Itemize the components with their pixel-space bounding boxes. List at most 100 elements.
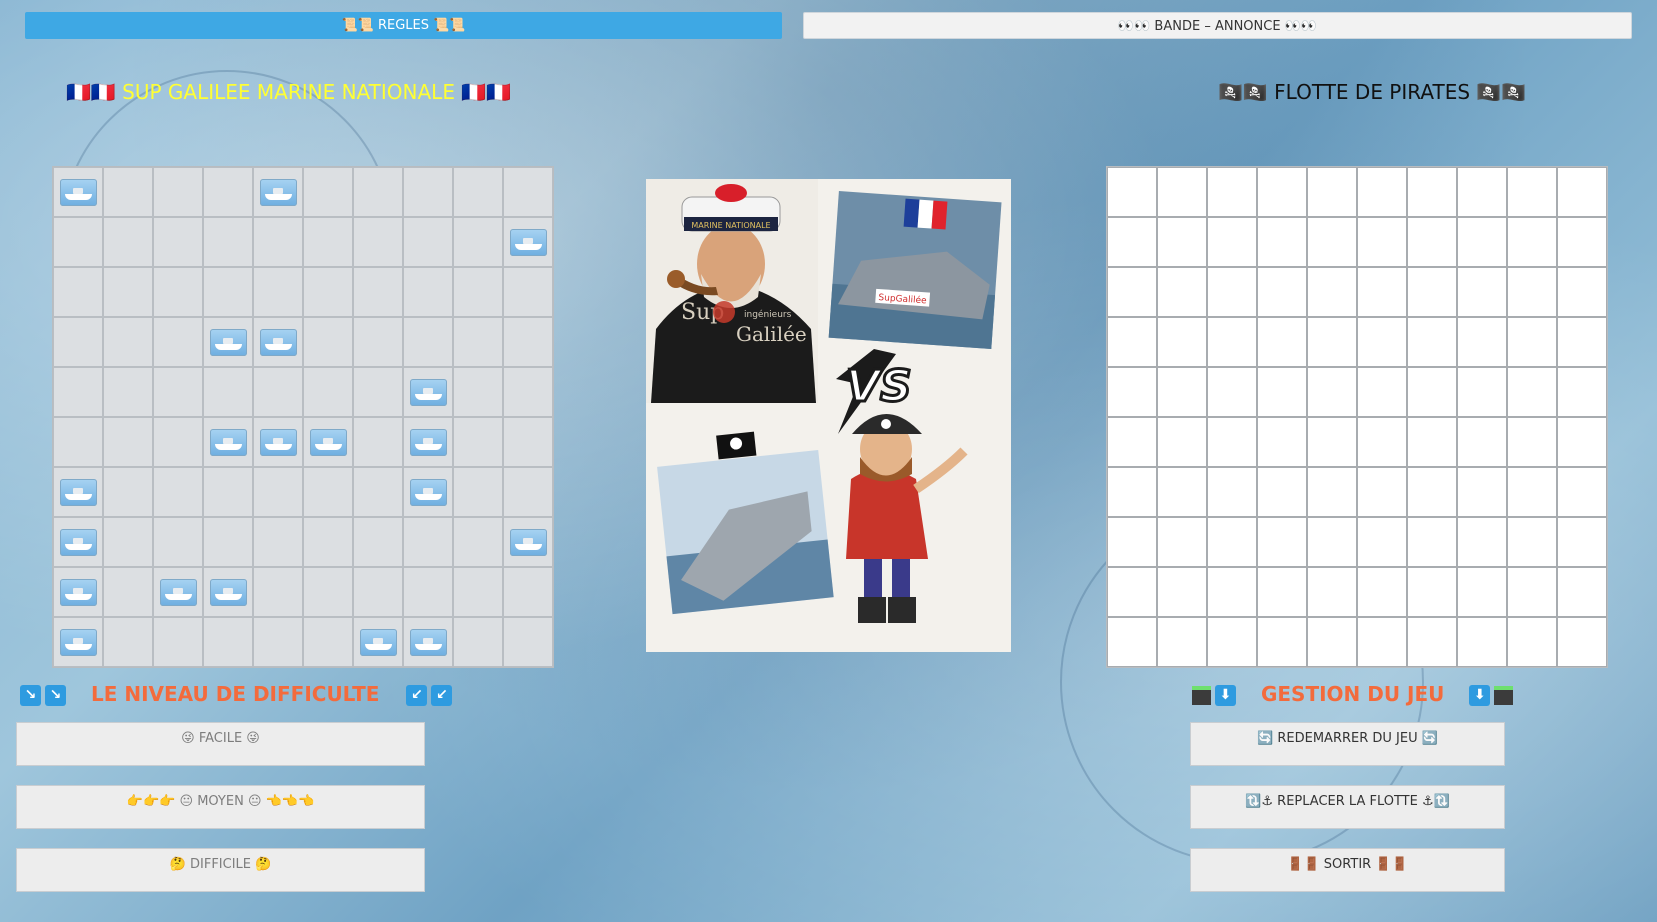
player-cell[interactable] — [353, 467, 403, 517]
enemy-cell[interactable] — [1207, 567, 1257, 617]
player-cell[interactable] — [103, 467, 153, 517]
replace-fleet-button[interactable]: 🔃⚓ REPLACER LA FLOTTE ⚓🔃 — [1190, 785, 1505, 829]
player-cell[interactable] — [253, 417, 303, 467]
player-cell[interactable] — [503, 417, 553, 467]
player-cell[interactable] — [303, 567, 353, 617]
enemy-cell[interactable] — [1457, 317, 1507, 367]
player-cell[interactable] — [503, 167, 553, 217]
enemy-cell[interactable] — [1257, 217, 1307, 267]
player-cell[interactable] — [353, 367, 403, 417]
enemy-cell[interactable] — [1557, 317, 1607, 367]
enemy-cell[interactable] — [1307, 367, 1357, 417]
enemy-cell[interactable] — [1207, 617, 1257, 667]
player-cell[interactable] — [253, 617, 303, 667]
player-cell[interactable] — [253, 467, 303, 517]
player-cell[interactable] — [153, 267, 203, 317]
player-cell[interactable] — [203, 317, 253, 367]
enemy-cell[interactable] — [1257, 617, 1307, 667]
enemy-cell[interactable] — [1357, 517, 1407, 567]
enemy-cell[interactable] — [1157, 467, 1207, 517]
player-cell[interactable] — [203, 617, 253, 667]
enemy-cell[interactable] — [1257, 467, 1307, 517]
enemy-cell[interactable] — [1457, 617, 1507, 667]
player-cell[interactable] — [303, 367, 353, 417]
enemy-cell[interactable] — [1407, 367, 1457, 417]
enemy-cell[interactable] — [1507, 417, 1557, 467]
player-cell[interactable] — [403, 217, 453, 267]
enemy-cell[interactable] — [1107, 367, 1157, 417]
player-cell[interactable] — [103, 267, 153, 317]
enemy-cell[interactable] — [1207, 467, 1257, 517]
player-cell[interactable] — [453, 317, 503, 367]
enemy-cell[interactable] — [1507, 317, 1557, 367]
player-cell[interactable] — [353, 167, 403, 217]
enemy-cell[interactable] — [1257, 317, 1307, 367]
enemy-cell[interactable] — [1357, 317, 1407, 367]
enemy-cell[interactable] — [1257, 167, 1307, 217]
enemy-cell[interactable] — [1557, 467, 1607, 517]
enemy-cell[interactable] — [1107, 567, 1157, 617]
enemy-cell[interactable] — [1557, 417, 1607, 467]
hard-button[interactable]: 🤔 DIFFICILE 🤔 — [16, 848, 425, 892]
player-cell[interactable] — [103, 617, 153, 667]
enemy-cell[interactable] — [1457, 367, 1507, 417]
player-cell[interactable] — [153, 317, 203, 367]
player-cell[interactable] — [103, 317, 153, 367]
player-cell[interactable] — [303, 317, 353, 367]
enemy-cell[interactable] — [1557, 517, 1607, 567]
enemy-cell[interactable] — [1207, 417, 1257, 467]
player-cell[interactable] — [453, 167, 503, 217]
enemy-cell[interactable] — [1457, 517, 1507, 567]
player-cell[interactable] — [153, 567, 203, 617]
player-cell[interactable] — [403, 367, 453, 417]
player-cell[interactable] — [353, 517, 403, 567]
enemy-cell[interactable] — [1357, 467, 1407, 517]
player-cell[interactable] — [53, 467, 103, 517]
enemy-cell[interactable] — [1407, 617, 1457, 667]
enemy-cell[interactable] — [1207, 267, 1257, 317]
rules-button[interactable]: 📜📜 REGLES 📜📜 — [25, 12, 782, 39]
enemy-cell[interactable] — [1407, 267, 1457, 317]
player-cell[interactable] — [353, 217, 403, 267]
player-cell[interactable] — [403, 567, 453, 617]
player-cell[interactable] — [353, 567, 403, 617]
player-cell[interactable] — [403, 417, 453, 467]
enemy-cell[interactable] — [1557, 367, 1607, 417]
enemy-cell[interactable] — [1307, 267, 1357, 317]
player-cell[interactable] — [53, 417, 103, 467]
enemy-cell[interactable] — [1557, 617, 1607, 667]
player-cell[interactable] — [503, 517, 553, 567]
enemy-cell[interactable] — [1157, 217, 1207, 267]
player-cell[interactable] — [253, 167, 303, 217]
enemy-cell[interactable] — [1157, 367, 1207, 417]
player-cell[interactable] — [503, 367, 553, 417]
player-cell[interactable] — [403, 617, 453, 667]
enemy-cell[interactable] — [1407, 167, 1457, 217]
enemy-cell[interactable] — [1557, 217, 1607, 267]
enemy-cell[interactable] — [1357, 417, 1407, 467]
enemy-cell[interactable] — [1157, 167, 1207, 217]
player-cell[interactable] — [203, 217, 253, 267]
enemy-cell[interactable] — [1157, 267, 1207, 317]
player-cell[interactable] — [253, 567, 303, 617]
player-cell[interactable] — [403, 167, 453, 217]
player-cell[interactable] — [153, 417, 203, 467]
player-cell[interactable] — [403, 317, 453, 367]
enemy-cell[interactable] — [1507, 617, 1557, 667]
enemy-cell[interactable] — [1407, 217, 1457, 267]
enemy-cell[interactable] — [1307, 167, 1357, 217]
player-cell[interactable] — [103, 567, 153, 617]
player-cell[interactable] — [453, 617, 503, 667]
enemy-cell[interactable] — [1157, 517, 1207, 567]
player-cell[interactable] — [103, 417, 153, 467]
enemy-cell[interactable] — [1507, 217, 1557, 267]
enemy-cell[interactable] — [1157, 567, 1207, 617]
restart-game-button[interactable]: 🔄 REDEMARRER DU JEU 🔄 — [1190, 722, 1505, 766]
player-cell[interactable] — [503, 567, 553, 617]
enemy-cell[interactable] — [1207, 367, 1257, 417]
player-cell[interactable] — [53, 567, 103, 617]
player-cell[interactable] — [303, 217, 353, 267]
enemy-cell[interactable] — [1457, 417, 1507, 467]
player-cell[interactable] — [353, 617, 403, 667]
enemy-cell[interactable] — [1307, 567, 1357, 617]
